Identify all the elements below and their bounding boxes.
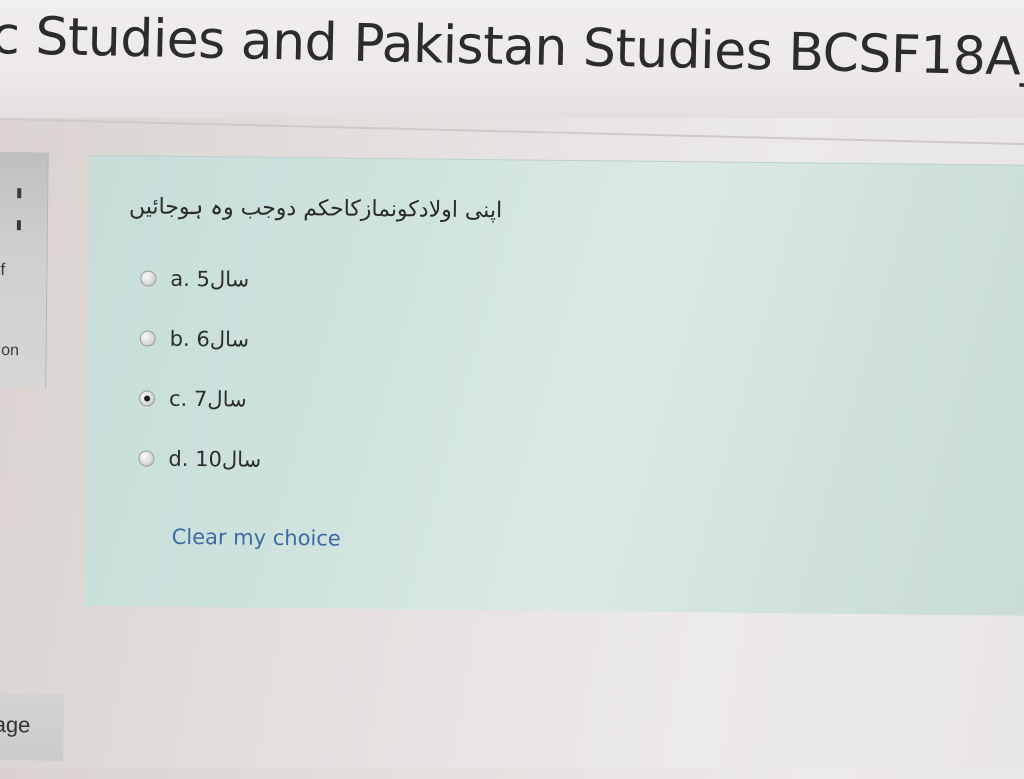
question-info-fragment: f bbox=[0, 260, 6, 280]
question-info-panel: f ion bbox=[0, 151, 49, 389]
option-letter: a. bbox=[170, 266, 191, 291]
radio-button[interactable] bbox=[138, 450, 155, 467]
option-a[interactable]: a. 5سال bbox=[140, 248, 263, 309]
option-letter: d. bbox=[168, 446, 189, 471]
page-header: c Studies and Pakistan Studies BCSF18A_I bbox=[0, 0, 1024, 118]
content-area: f ion اپنی اولادکونمازکاحکم دوجب وہ ہوجا… bbox=[0, 120, 1024, 779]
question-info-fragment: ion bbox=[0, 341, 20, 360]
question-box: اپنی اولادکونمازکاحکم دوجب وہ ہوجائیں a.… bbox=[84, 154, 1024, 616]
option-value: 10 bbox=[195, 447, 223, 472]
option-unit: سال bbox=[207, 387, 247, 412]
option-label: c. 7سال bbox=[169, 387, 247, 412]
info-marker bbox=[16, 220, 21, 231]
option-unit: سال bbox=[209, 267, 250, 292]
option-label: b. 6سال bbox=[170, 327, 250, 352]
option-letter: b. bbox=[169, 326, 190, 351]
option-label: a. 5سال bbox=[170, 267, 249, 292]
radio-button[interactable] bbox=[140, 270, 157, 287]
info-marker bbox=[17, 188, 22, 199]
question-text: اپنی اولادکونمازکاحکم دوجب وہ ہوجائیں bbox=[128, 194, 503, 224]
clear-choice-link[interactable]: Clear my choice bbox=[172, 525, 341, 551]
option-unit: سال bbox=[209, 327, 250, 352]
option-unit: سال bbox=[221, 447, 262, 472]
radio-button[interactable] bbox=[139, 390, 156, 407]
option-value: 7 bbox=[193, 387, 208, 412]
course-title: c Studies and Pakistan Studies BCSF18A_I bbox=[0, 6, 1024, 89]
option-label: d. 10سال bbox=[168, 447, 261, 472]
answer-options: a. 5سال b. 6سال c. 7سال d. 10سال bbox=[138, 248, 263, 489]
option-value: 6 bbox=[196, 327, 210, 352]
option-d[interactable]: d. 10سال bbox=[138, 428, 261, 489]
page-nav-label: age bbox=[0, 711, 31, 738]
option-letter: c. bbox=[168, 386, 188, 411]
radio-button[interactable] bbox=[139, 330, 156, 347]
option-b[interactable]: b. 6سال bbox=[139, 308, 262, 369]
page-nav-button[interactable]: age bbox=[0, 693, 64, 761]
option-c[interactable]: c. 7سال bbox=[139, 368, 262, 429]
option-value: 5 bbox=[196, 267, 211, 292]
